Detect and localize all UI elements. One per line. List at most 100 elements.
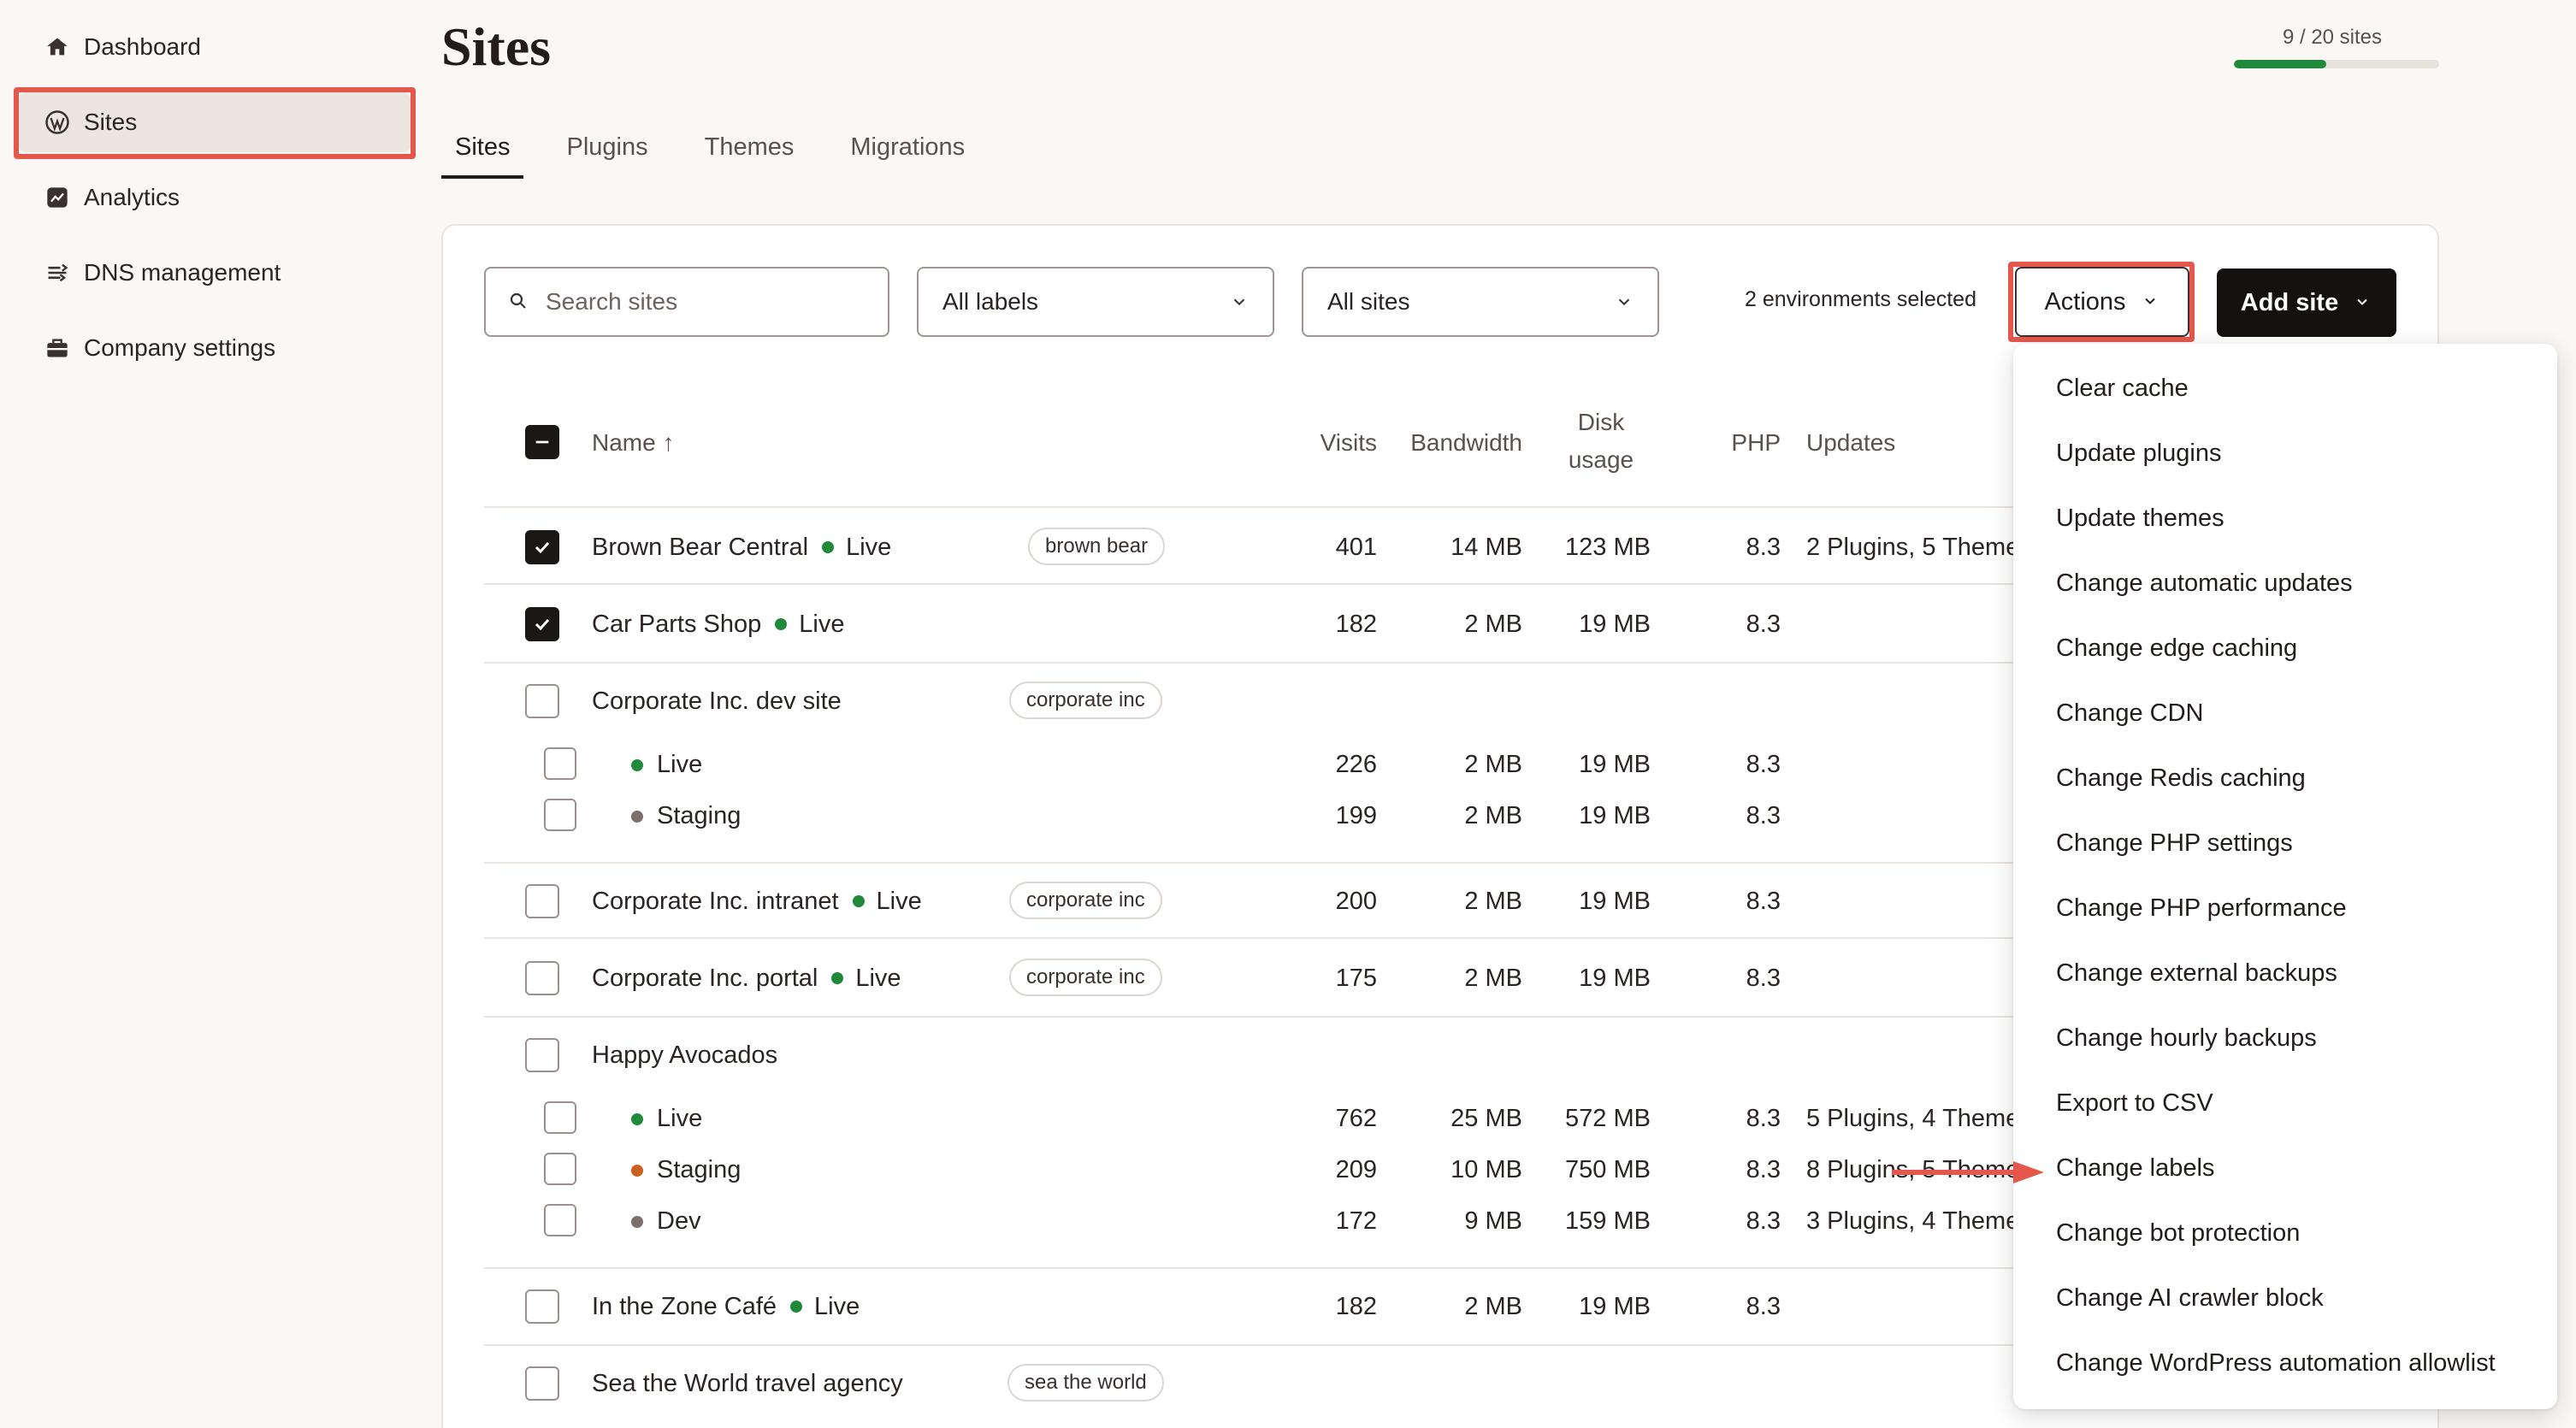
env-checkbox[interactable] (544, 1153, 576, 1185)
env-staging[interactable]: Staging (631, 802, 741, 830)
env-label: Staging (657, 802, 741, 829)
bandwidth-value: 2 MB (1464, 965, 1522, 992)
env-checkbox[interactable] (544, 747, 576, 780)
menu-item-change-labels[interactable]: Change labels (2056, 1154, 2214, 1183)
menu-item-change-edge-caching[interactable]: Change edge caching (2056, 634, 2297, 663)
site-quota-bar (2234, 60, 2439, 68)
site-name[interactable]: Corporate Inc. portal Live (592, 965, 901, 993)
column-header-name[interactable]: Name ↑ (592, 429, 674, 457)
row-checkbox[interactable] (525, 884, 559, 918)
row-divider (484, 1016, 2015, 1018)
row-checkbox[interactable] (525, 1366, 559, 1401)
sidebar-item-company-settings[interactable]: Company settings (19, 318, 411, 378)
env-label: Live (657, 1105, 703, 1132)
updates-value[interactable]: 5 Plugins, 4 Themes (1806, 1105, 2017, 1133)
updates-value[interactable]: 2 Plugins, 5 Themes (1806, 534, 2017, 562)
select-all-checkbox[interactable] (525, 425, 559, 459)
menu-item-change-wordpress-automation-allowlist[interactable]: Change WordPress automation allowlist (2056, 1349, 2496, 1378)
row-checkbox[interactable] (525, 530, 559, 564)
tab-sites[interactable]: Sites (440, 133, 525, 179)
env-live[interactable]: Live (631, 1105, 702, 1133)
env-dev[interactable]: Dev (631, 1207, 701, 1236)
site-label-tag[interactable]: corporate inc (1009, 882, 1162, 919)
menu-item-change-php-performance[interactable]: Change PHP performance (2056, 894, 2347, 923)
site-name[interactable]: Happy Avocados (592, 1041, 777, 1070)
menu-item-change-external-backups[interactable]: Change external backups (2056, 959, 2337, 988)
menu-item-change-bot-protection[interactable]: Change bot protection (2056, 1219, 2300, 1248)
site-name[interactable]: In the Zone Café Live (592, 1293, 860, 1321)
site-label-tag[interactable]: sea the world (1007, 1364, 1164, 1401)
php-value: 8.3 (1746, 888, 1781, 915)
menu-item-change-php-settings[interactable]: Change PHP settings (2056, 829, 2293, 858)
actions-label: Actions (2044, 287, 2126, 316)
sidebar-item-label: Company settings (84, 334, 276, 361)
column-header-visits[interactable]: Visits (1283, 429, 1377, 457)
sidebar-item-sites[interactable]: Sites (19, 92, 411, 152)
column-header-bandwidth[interactable]: Bandwidth (1385, 429, 1522, 457)
row-divider (484, 1267, 2015, 1269)
disk-usage-value: 19 MB (1579, 1293, 1651, 1320)
env-checkbox[interactable] (544, 799, 576, 831)
bandwidth-value: 2 MB (1464, 751, 1522, 778)
column-header-disk[interactable]: Disk (1562, 409, 1640, 436)
row-checkbox[interactable] (525, 607, 559, 641)
menu-item-change-redis-caching[interactable]: Change Redis caching (2056, 764, 2306, 793)
site-name[interactable]: Sea the World travel agency (592, 1370, 903, 1398)
sidebar-item-dns-management[interactable]: DNS management (19, 243, 411, 303)
env-checkbox[interactable] (544, 1204, 576, 1236)
visits-value: 175 (1335, 965, 1377, 992)
site-label-tag[interactable]: corporate inc (1009, 682, 1162, 719)
staging-status-dot (631, 1164, 643, 1177)
column-header-php[interactable]: PHP (1710, 429, 1781, 457)
row-checkbox[interactable] (525, 1289, 559, 1324)
column-header-updates[interactable]: Updates (1806, 429, 1895, 457)
site-label-tag[interactable]: corporate inc (1009, 959, 1162, 996)
sidebar-item-dashboard[interactable]: Dashboard (19, 17, 411, 77)
site-name[interactable]: Corporate Inc. intranet Live (592, 888, 922, 916)
actions-button[interactable]: Actions (2015, 267, 2189, 337)
search-input[interactable]: Search sites (484, 267, 889, 337)
row-divider (484, 937, 2015, 939)
labels-filter-value: All labels (942, 288, 1039, 315)
menu-item-update-themes[interactable]: Update themes (2056, 505, 2224, 533)
env-staging[interactable]: Staging (631, 1156, 741, 1184)
updates-value[interactable]: 3 Plugins, 4 Themes (1806, 1207, 2017, 1236)
briefcase-icon (44, 335, 70, 361)
disk-usage-value: 572 MB (1565, 1105, 1651, 1132)
bandwidth-value: 9 MB (1464, 1207, 1522, 1235)
site-name-text: Corporate Inc. intranet (592, 888, 839, 915)
chart-icon (44, 185, 70, 210)
row-checkbox[interactable] (525, 1038, 559, 1072)
menu-item-clear-cache[interactable]: Clear cache (2056, 375, 2189, 403)
bandwidth-value: 25 MB (1450, 1105, 1522, 1132)
site-name[interactable]: Corporate Inc. dev site (592, 687, 842, 716)
live-status-dot (631, 758, 643, 771)
site-label-tag[interactable]: brown bear (1028, 528, 1166, 565)
env-live[interactable]: Live (631, 751, 702, 779)
tab-migrations[interactable]: Migrations (850, 133, 965, 179)
site-name[interactable]: Car Parts Shop Live (592, 611, 844, 639)
sidebar-item-label: Analytics (84, 184, 180, 210)
tab-plugins[interactable]: Plugins (566, 133, 647, 179)
php-value: 8.3 (1746, 611, 1781, 638)
tab-themes[interactable]: Themes (705, 133, 795, 179)
menu-item-update-plugins[interactable]: Update plugins (2056, 440, 2221, 468)
sites-filter-select[interactable]: All sites (1302, 267, 1659, 337)
sidebar-item-analytics[interactable]: Analytics (19, 168, 411, 227)
disk-usage-value: 123 MB (1565, 534, 1651, 561)
visits-value: 762 (1335, 1105, 1377, 1132)
column-header-disk-usage[interactable]: usage (1562, 446, 1640, 474)
add-site-button[interactable]: Add site (2217, 268, 2396, 337)
menu-item-change-ai-crawler-block[interactable]: Change AI crawler block (2056, 1284, 2324, 1313)
labels-filter-select[interactable]: All labels (917, 267, 1274, 337)
row-checkbox[interactable] (525, 961, 559, 995)
site-name[interactable]: Brown Bear Central Live (592, 534, 891, 562)
menu-item-change-cdn[interactable]: Change CDN (2056, 699, 2203, 728)
row-checkbox[interactable] (525, 684, 559, 718)
page-title: Sites (441, 16, 551, 77)
menu-item-export-to-csv[interactable]: Export to CSV (2056, 1089, 2213, 1118)
menu-item-change-automatic-updates[interactable]: Change automatic updates (2056, 569, 2353, 598)
site-name-text: In the Zone Café (592, 1293, 777, 1320)
menu-item-change-hourly-backups[interactable]: Change hourly backups (2056, 1024, 2317, 1053)
env-checkbox[interactable] (544, 1101, 576, 1134)
